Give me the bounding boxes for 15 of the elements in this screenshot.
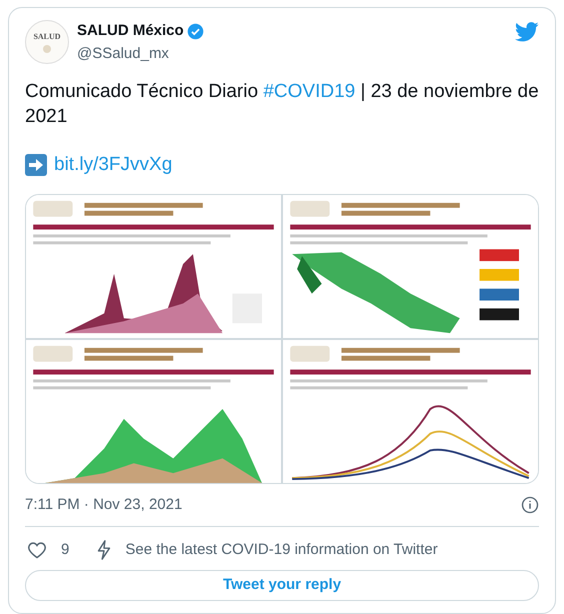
timestamp[interactable]: 7:11 PM · Nov 23, 2021 (25, 494, 182, 516)
reply-button[interactable]: Tweet your reply (25, 570, 539, 600)
author-name[interactable]: SALUD México (77, 20, 184, 42)
author-handle[interactable]: @SSalud_mx (77, 42, 204, 65)
avatar[interactable]: SALUD (25, 20, 69, 64)
avatar-logo-text: SALUD (33, 31, 61, 43)
tweet-text: Comunicado Técnico Diario #COVID19 | 23 de noviembre de 2021 (25, 80, 539, 129)
short-link[interactable]: bit.ly/3FJvvXg (54, 151, 172, 180)
info-icon[interactable] (521, 496, 539, 514)
hashtag-link[interactable]: #COVID19 (263, 81, 356, 102)
emblem-icon (43, 45, 51, 53)
heart-icon[interactable] (27, 540, 47, 560)
covid-info-link[interactable]: See the latest COVID-19 information on Twitter (125, 539, 438, 562)
like-count: 9 (61, 540, 70, 560)
bird-icon[interactable] (515, 22, 539, 42)
